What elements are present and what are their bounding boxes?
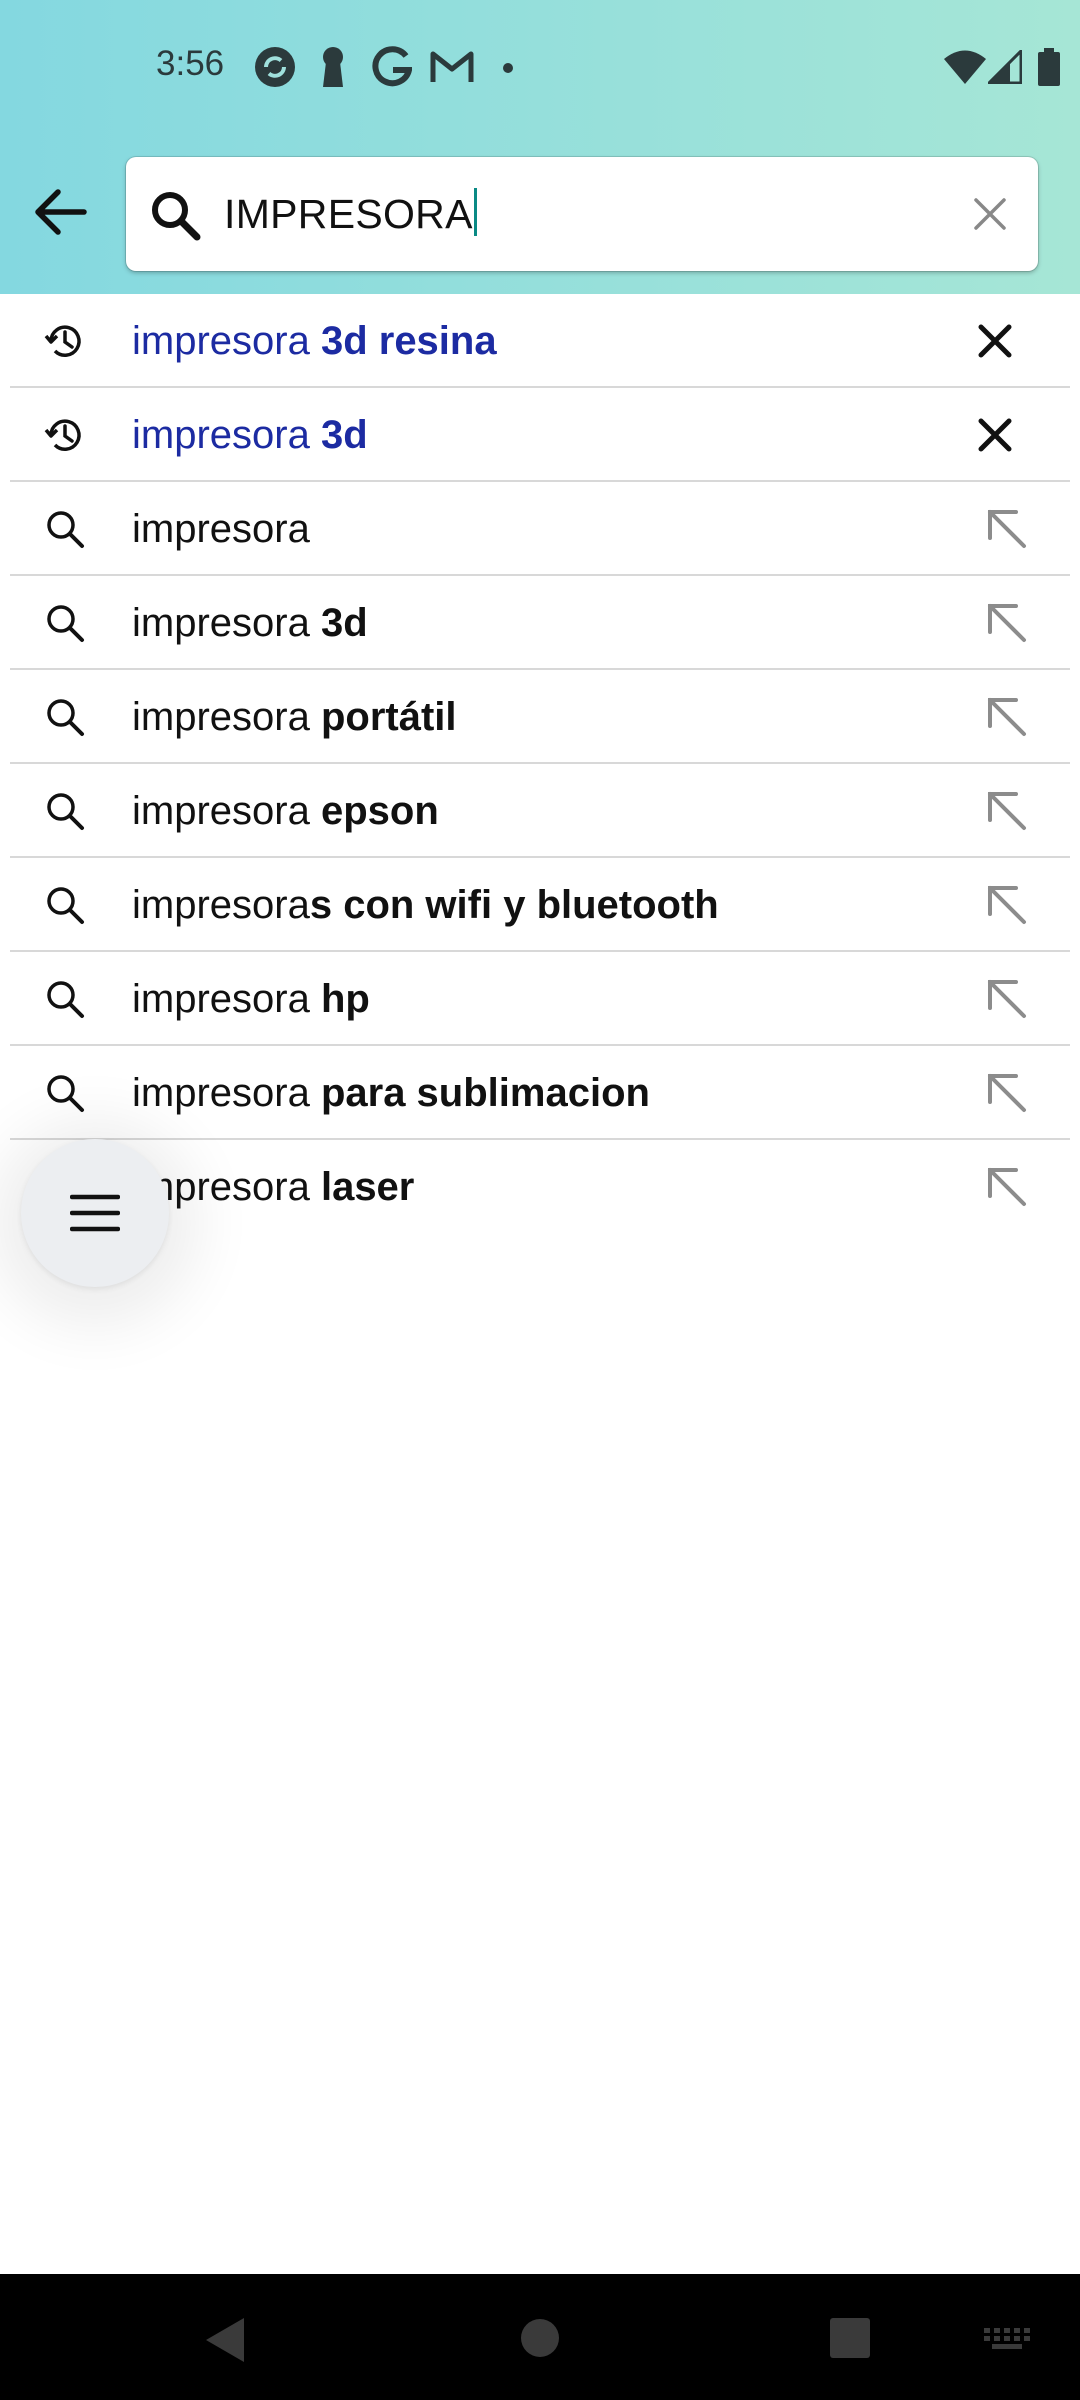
text-caret xyxy=(473,188,477,236)
suggestion-item[interactable]: impresora epson xyxy=(0,764,1080,858)
sync-app-icon xyxy=(254,46,296,88)
app-header: 3:56 IMPRESORA xyxy=(0,0,1080,294)
suggestion-text: impresora epson xyxy=(132,789,439,833)
status-time: 3:56 xyxy=(156,44,225,83)
keyboard-button[interactable] xyxy=(984,2328,1030,2355)
suggestion-item[interactable]: impresora hp xyxy=(0,952,1080,1046)
history-icon xyxy=(44,320,86,362)
nav-recents-button[interactable] xyxy=(830,2318,870,2363)
suggestion-text: impresora 3d xyxy=(132,413,368,457)
remove-history-button[interactable] xyxy=(974,320,1016,362)
google-icon xyxy=(372,46,412,88)
suggestion-item[interactable]: impresora para sublimacion xyxy=(0,1046,1080,1140)
system-nav-bar xyxy=(0,2274,1080,2400)
arrow-up-left-icon xyxy=(988,604,1026,642)
nav-home-icon xyxy=(521,2319,559,2357)
keyboard-icon xyxy=(984,2328,1030,2349)
search-icon xyxy=(44,602,86,644)
keyhole-icon xyxy=(318,46,348,88)
suggestion-text: impresora hp xyxy=(132,977,370,1021)
fill-query-button[interactable] xyxy=(982,974,1030,1022)
fill-query-button[interactable] xyxy=(982,880,1030,928)
search-icon xyxy=(44,978,86,1020)
search-icon xyxy=(44,696,86,738)
nav-recents-icon xyxy=(830,2318,870,2358)
close-icon xyxy=(978,418,1012,452)
back-button[interactable] xyxy=(24,176,96,248)
fill-query-button[interactable] xyxy=(982,1068,1030,1116)
arrow-left-icon xyxy=(35,189,87,235)
gmail-icon xyxy=(430,50,474,84)
arrow-up-left-icon xyxy=(988,510,1026,548)
status-bar: 3:56 xyxy=(0,0,1080,136)
suggestion-text: impresora laser xyxy=(132,1165,415,1209)
fill-query-button[interactable] xyxy=(982,692,1030,740)
fill-query-button[interactable] xyxy=(982,1162,1030,1210)
dot-icon xyxy=(502,62,514,74)
search-icon xyxy=(44,1072,86,1114)
suggestion-item[interactable]: impresora xyxy=(0,482,1080,576)
arrow-up-left-icon xyxy=(988,792,1026,830)
search-icon xyxy=(150,190,202,247)
search-bar[interactable]: IMPRESORA xyxy=(126,157,1038,271)
signal-icon xyxy=(988,50,1022,84)
suggestion-item[interactable]: impresora portátil xyxy=(0,670,1080,764)
remove-history-button[interactable] xyxy=(974,414,1016,456)
history-item[interactable]: impresora 3d resina xyxy=(0,294,1080,388)
suggestion-text: impresora 3d xyxy=(132,601,368,645)
suggestion-text: impresora 3d resina xyxy=(132,319,497,363)
close-icon xyxy=(974,198,1006,230)
fill-query-button[interactable] xyxy=(982,786,1030,834)
floating-menu-button[interactable] xyxy=(21,1139,169,1287)
wifi-icon xyxy=(944,50,986,84)
fill-query-button[interactable] xyxy=(982,598,1030,646)
search-icon xyxy=(44,790,86,832)
arrow-up-left-icon xyxy=(988,1074,1026,1112)
search-input[interactable]: IMPRESORA xyxy=(224,177,477,251)
nav-back-icon xyxy=(206,2318,244,2362)
battery-icon xyxy=(1038,48,1060,86)
history-icon xyxy=(44,414,86,456)
arrow-up-left-icon xyxy=(988,698,1026,736)
close-icon xyxy=(978,324,1012,358)
suggestion-text: impresora para sublimacion xyxy=(132,1071,650,1115)
search-icon xyxy=(44,508,86,550)
suggestion-text: impresoras con wifi y bluetooth xyxy=(132,883,719,927)
search-icon xyxy=(44,884,86,926)
suggestion-item[interactable]: impresora 3d xyxy=(0,576,1080,670)
suggestion-text: impresora xyxy=(132,507,310,551)
nav-back-button[interactable] xyxy=(204,2316,246,2369)
arrow-up-left-icon xyxy=(988,886,1026,924)
arrow-up-left-icon xyxy=(988,980,1026,1018)
suggestion-text: impresora portátil xyxy=(132,695,457,739)
fill-query-button[interactable] xyxy=(982,504,1030,552)
clear-search-button[interactable] xyxy=(966,190,1014,238)
nav-home-button[interactable] xyxy=(520,2318,560,2363)
suggestion-list: impresora 3d resina impresora 3d impreso… xyxy=(0,294,1080,1234)
suggestion-item[interactable]: impresoras con wifi y bluetooth xyxy=(0,858,1080,952)
hamburger-menu-icon xyxy=(70,1194,120,1232)
arrow-up-left-icon xyxy=(988,1168,1026,1206)
history-item[interactable]: impresora 3d xyxy=(0,388,1080,482)
